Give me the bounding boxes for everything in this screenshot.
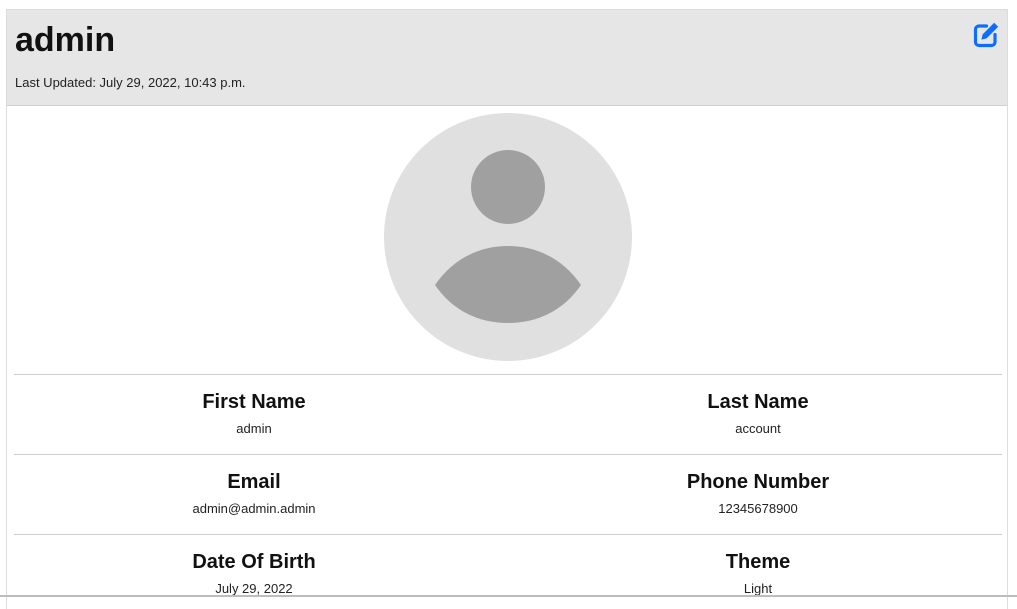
email-label: Email: [227, 471, 281, 493]
section-divider: [14, 534, 1002, 535]
user-avatar-icon: [384, 113, 632, 361]
first-name-value: admin: [236, 421, 272, 436]
section-divider: [14, 374, 1002, 375]
profile-card: admin Last Updated: July 29, 2022, 10:43…: [6, 9, 1008, 609]
section-divider: [14, 454, 1002, 455]
date-of-birth-label: Date Of Birth: [192, 551, 316, 573]
last-name-value: account: [735, 421, 781, 436]
avatar: [384, 113, 632, 361]
first-name-field: First Name admin: [7, 390, 501, 437]
email-field: Email admin@admin.admin: [7, 470, 501, 517]
last-updated-text: Last Updated: July 29, 2022, 10:43 p.m.: [15, 75, 246, 90]
phone-number-field: Phone Number 12345678900: [511, 470, 1005, 517]
theme-field: Theme Light: [511, 550, 1005, 597]
profile-header: admin Last Updated: July 29, 2022, 10:43…: [7, 10, 1007, 106]
edit-profile-button[interactable]: [971, 20, 1001, 50]
page-title: admin: [15, 21, 116, 59]
phone-number-value: 12345678900: [718, 501, 798, 516]
theme-label: Theme: [725, 551, 791, 573]
first-name-label: First Name: [202, 391, 306, 413]
phone-number-label: Phone Number: [686, 471, 830, 493]
last-name-label: Last Name: [707, 391, 809, 413]
edit-icon: [973, 22, 999, 48]
date-of-birth-field: Date Of Birth July 29, 2022: [7, 550, 501, 597]
email-value: admin@admin.admin: [192, 501, 316, 516]
last-name-field: Last Name account: [511, 390, 1005, 437]
